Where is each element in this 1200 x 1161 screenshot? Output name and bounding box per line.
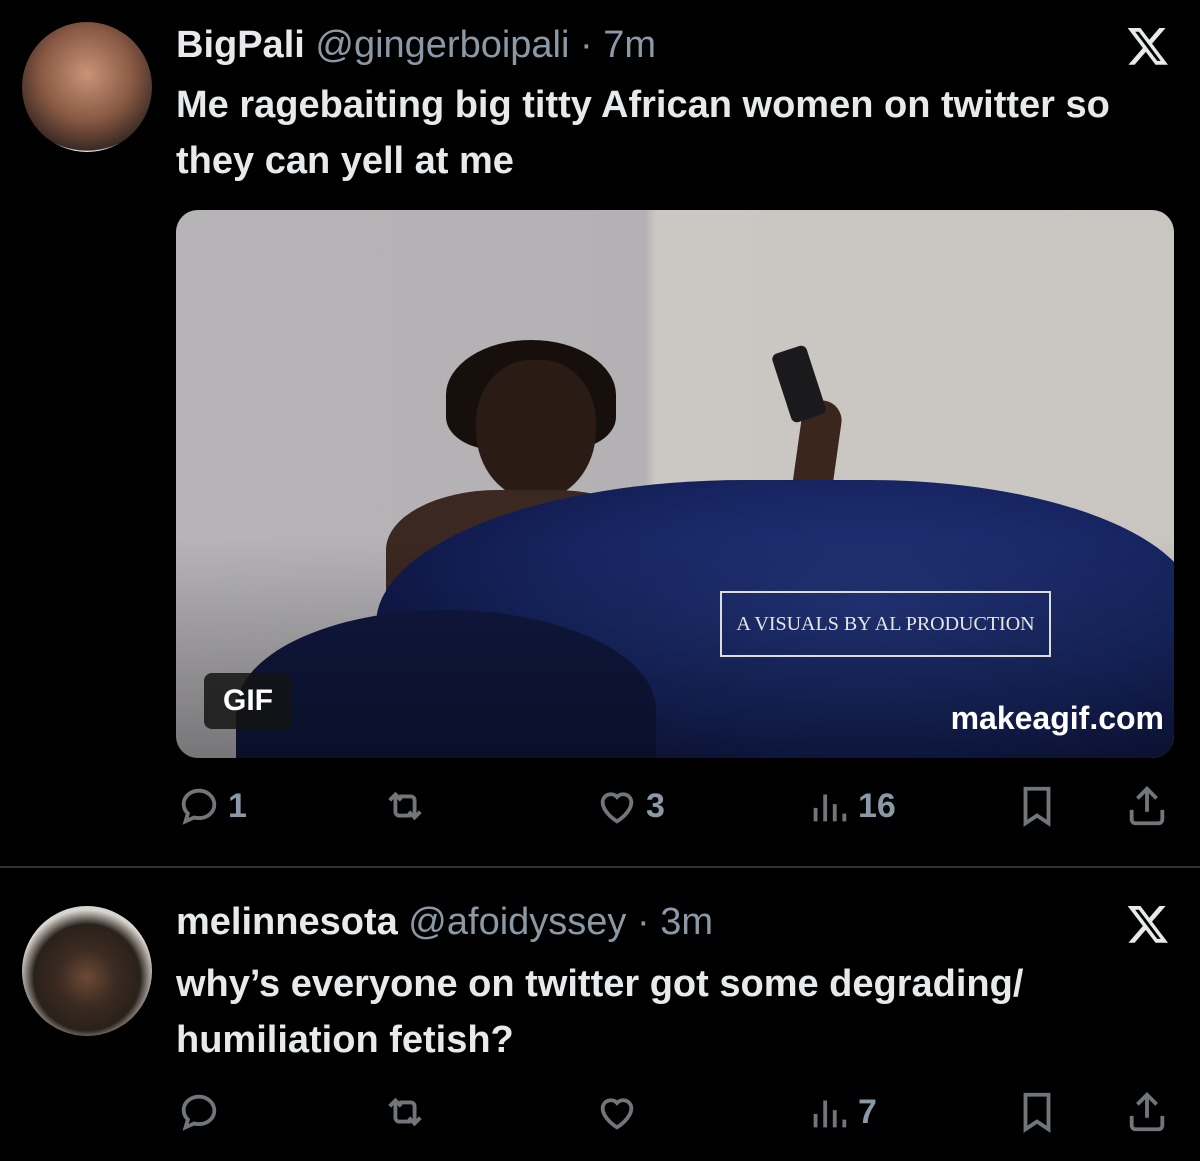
tweet-header: melinnesota @afoidyssey · 3m [176, 897, 713, 947]
views-icon [806, 1089, 852, 1135]
separator: · [636, 901, 650, 943]
share-button[interactable] [1124, 782, 1170, 830]
gif-media[interactable]: A VISUALS BY AL PRODUCTION GIF makeagif.… [176, 210, 1174, 758]
display-name[interactable]: BigPali [176, 24, 305, 66]
display-name[interactable]: melinnesota [176, 901, 398, 943]
separator: · [580, 24, 593, 66]
bookmark-icon [1014, 1089, 1060, 1135]
tweet[interactable]: melinnesota @afoidyssey · 3m why’s every… [0, 870, 1200, 1161]
tweet[interactable]: BigPali @gingerboipali · 7m Me ragebaiti… [0, 0, 1200, 868]
bookmark-icon [1014, 783, 1060, 829]
reply-button[interactable]: 1 [176, 782, 247, 830]
tweet-text: Me ragebaiting big titty African women o… [176, 84, 1110, 182]
timestamp[interactable]: 7m [603, 24, 656, 66]
views-icon [806, 783, 852, 829]
retweet-button[interactable] [382, 1088, 434, 1136]
handle[interactable]: @afoidyssey [408, 901, 626, 943]
gif-badge: GIF [204, 673, 292, 729]
timestamp[interactable]: 3m [660, 901, 713, 943]
avatar[interactable] [22, 906, 152, 1036]
views-count: 16 [858, 786, 896, 825]
views-button[interactable]: 7 [806, 1088, 877, 1136]
like-button[interactable] [594, 1088, 646, 1136]
x-logo-icon [1126, 24, 1170, 68]
bookmark-button[interactable] [1014, 782, 1060, 830]
gif-site-watermark: makeagif.com [950, 700, 1164, 736]
reply-button[interactable] [176, 1088, 228, 1136]
like-count: 3 [646, 786, 665, 825]
action-bar: 7 [176, 1088, 1176, 1136]
share-icon [1124, 1089, 1170, 1135]
views-button[interactable]: 16 [806, 782, 896, 830]
retweet-button[interactable] [382, 782, 434, 830]
gif-watermark: A VISUALS BY AL PRODUCTION [720, 591, 1051, 657]
reply-icon [176, 1089, 222, 1135]
tweet-text: why’s everyone on twitter got some degra… [176, 963, 1024, 1061]
action-bar: 1 3 16 [176, 782, 1176, 830]
views-count: 7 [858, 1092, 877, 1131]
like-icon [594, 1089, 640, 1135]
handle[interactable]: @gingerboipali [315, 24, 569, 66]
share-button[interactable] [1124, 1088, 1170, 1136]
avatar[interactable] [22, 22, 152, 152]
x-logo-icon [1126, 902, 1170, 946]
retweet-icon [382, 1089, 428, 1135]
reply-icon [176, 783, 222, 829]
retweet-icon [382, 783, 428, 829]
gif-scene [176, 210, 1174, 758]
like-icon [594, 783, 640, 829]
share-icon [1124, 783, 1170, 829]
bookmark-button[interactable] [1014, 1088, 1060, 1136]
reply-count: 1 [228, 786, 247, 825]
tweet-header: BigPali @gingerboipali · 7m [176, 20, 656, 70]
like-button[interactable]: 3 [594, 782, 665, 830]
